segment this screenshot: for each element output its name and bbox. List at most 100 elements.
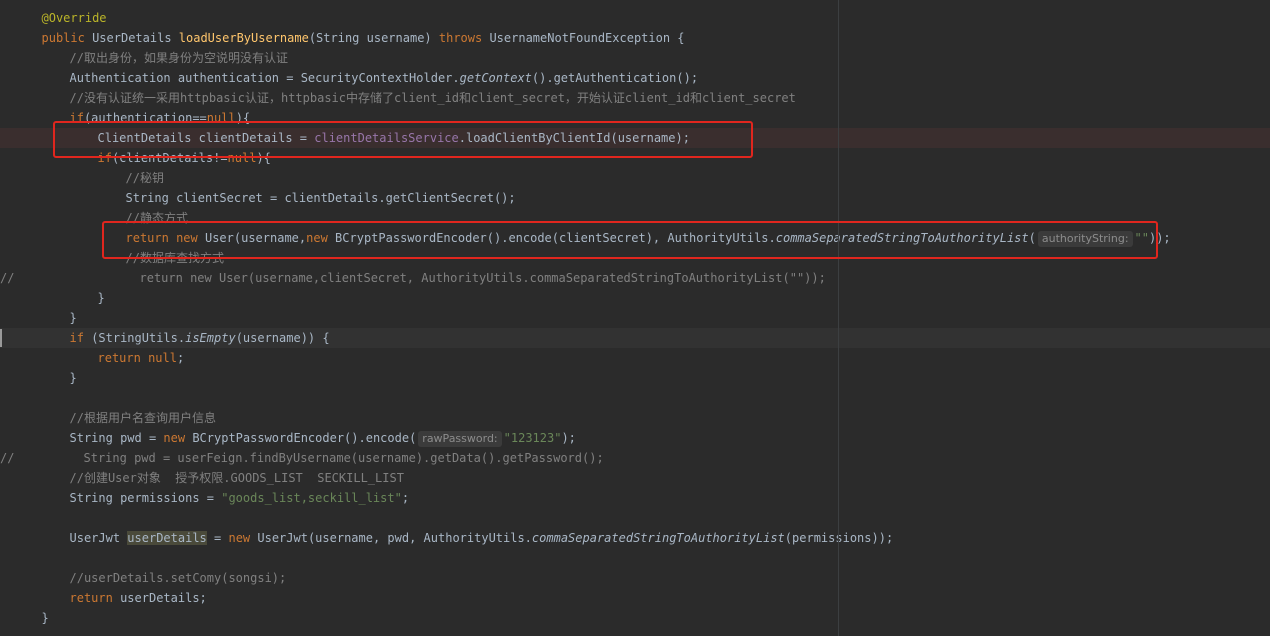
code-token: UserJwt bbox=[69, 531, 128, 545]
code-text: public UserDetails loadUserByUsername(St… bbox=[42, 28, 685, 48]
highlight-box-return-user bbox=[102, 221, 1158, 259]
code-token: return null bbox=[97, 351, 177, 365]
code-token: if bbox=[69, 331, 92, 345]
code-text: if (StringUtils.isEmpty(username)) { bbox=[70, 328, 330, 348]
code-text: @Override bbox=[42, 8, 107, 28]
code-line[interactable]: } bbox=[0, 288, 1270, 308]
code-text: String clientSecret = clientDetails.getC… bbox=[126, 188, 516, 208]
code-token: "123123" bbox=[503, 431, 562, 445]
code-token: isEmpty bbox=[185, 331, 236, 345]
code-text: //创建User对象 授予权限.GOODS_LIST SECKILL_LIST bbox=[70, 468, 404, 488]
code-line[interactable]: @Override bbox=[0, 8, 1270, 28]
code-token: ().getAuthentication(); bbox=[531, 71, 699, 85]
code-text: } bbox=[70, 308, 77, 328]
code-text: } bbox=[42, 608, 49, 628]
code-line[interactable]: // return new User(username,clientSecret,… bbox=[0, 268, 1270, 288]
code-token: userDetails bbox=[127, 531, 207, 545]
code-token: userDetails; bbox=[120, 591, 207, 605]
code-token: getContext bbox=[459, 71, 532, 85]
code-token: //取出身份，如果身份为空说明没有认证 bbox=[69, 51, 288, 65]
code-line[interactable]: return null; bbox=[0, 348, 1270, 368]
code-token: String permissions = bbox=[69, 491, 222, 505]
code-line[interactable]: //创建User对象 授予权限.GOODS_LIST SECKILL_LIST bbox=[0, 468, 1270, 488]
code-line[interactable] bbox=[0, 508, 1270, 528]
code-text: //没有认证统一采用httpbasic认证，httpbasic中存储了clien… bbox=[70, 88, 796, 108]
code-text: String permissions = "goods_list,seckill… bbox=[70, 488, 410, 508]
code-text: //取出身份，如果身份为空说明没有认证 bbox=[70, 48, 288, 68]
code-token: new bbox=[228, 531, 258, 545]
code-line[interactable] bbox=[0, 388, 1270, 408]
code-token: //秘钥 bbox=[125, 171, 164, 185]
code-token: String pwd = userFeign.findByUsername(us… bbox=[83, 451, 604, 465]
code-token: UserDetails bbox=[92, 31, 179, 45]
code-line[interactable]: String permissions = "goods_list,seckill… bbox=[0, 488, 1270, 508]
line-comment-marker: // bbox=[0, 271, 15, 285]
code-token: UserJwt(username, pwd, AuthorityUtils. bbox=[257, 531, 532, 545]
code-token: Authentication authentication = Security… bbox=[69, 71, 460, 85]
code-text: } bbox=[98, 288, 105, 308]
code-token: } bbox=[41, 611, 49, 625]
code-editor[interactable]: } return userDetails; //userDetails.setCom… bbox=[0, 0, 1270, 636]
code-token: new bbox=[163, 431, 193, 445]
code-line[interactable]: } bbox=[0, 308, 1270, 328]
code-line[interactable]: // String pwd = userFeign.findByUsername(… bbox=[0, 448, 1270, 468]
highlight-box-client-details bbox=[53, 121, 753, 158]
code-text: //秘钥 bbox=[126, 168, 164, 188]
code-token: (StringUtils. bbox=[91, 331, 186, 345]
code-text: return null; bbox=[98, 348, 185, 368]
code-token: } bbox=[69, 311, 77, 325]
code-text: String pwd = userFeign.findByUsername(us… bbox=[84, 448, 604, 468]
code-text: Authentication authentication = Security… bbox=[70, 68, 699, 88]
current-line-marker bbox=[0, 329, 2, 347]
code-token: (username)) { bbox=[235, 331, 330, 345]
code-token: String clientSecret = clientDetails.getC… bbox=[125, 191, 516, 205]
code-token: //userDetails.setComy(songsi); bbox=[69, 571, 287, 585]
code-line[interactable] bbox=[0, 548, 1270, 568]
code-text: return new User(username,clientSecret, A… bbox=[140, 268, 826, 288]
code-token: public bbox=[41, 31, 93, 45]
code-text: //根据用户名查询用户信息 bbox=[70, 408, 216, 428]
code-token: BCryptPasswordEncoder().encode( bbox=[192, 431, 417, 445]
code-token: = bbox=[206, 531, 229, 545]
code-token: //创建User对象 授予权限.GOODS_LIST SECKILL_LIST bbox=[69, 471, 404, 485]
code-token: throws bbox=[438, 31, 490, 45]
code-line[interactable]: //根据用户名查询用户信息 bbox=[0, 408, 1270, 428]
code-token: } bbox=[97, 291, 105, 305]
code-line[interactable]: String clientSecret = clientDetails.getC… bbox=[0, 188, 1270, 208]
code-line[interactable]: //秘钥 bbox=[0, 168, 1270, 188]
code-token: //根据用户名查询用户信息 bbox=[69, 411, 216, 425]
code-line[interactable]: if (StringUtils.isEmpty(username)) { bbox=[0, 328, 1270, 348]
code-line[interactable]: public UserDetails loadUserByUsername(St… bbox=[0, 28, 1270, 48]
code-line[interactable]: String pwd = new BCryptPasswordEncoder()… bbox=[0, 428, 1270, 448]
code-token: return new User(username,clientSecret, A… bbox=[139, 271, 826, 285]
code-token: return bbox=[69, 591, 121, 605]
code-token: } bbox=[69, 371, 77, 385]
code-line[interactable]: Authentication authentication = Security… bbox=[0, 68, 1270, 88]
code-token: String pwd = bbox=[69, 431, 164, 445]
code-token: ); bbox=[561, 431, 576, 445]
code-text: //userDetails.setComy(songsi); bbox=[70, 568, 287, 588]
code-text: String pwd = new BCryptPasswordEncoder()… bbox=[70, 428, 576, 448]
code-text: } bbox=[70, 368, 77, 388]
code-token: UsernameNotFoundException { bbox=[489, 31, 685, 45]
code-token: @Override bbox=[41, 11, 107, 25]
code-token: loadUserByUsername bbox=[178, 31, 309, 45]
code-token: (String username) bbox=[308, 31, 439, 45]
code-token: "goods_list,seckill_list" bbox=[221, 491, 402, 505]
code-token: commaSeparatedStringToAuthorityList bbox=[531, 531, 785, 545]
code-line[interactable]: } bbox=[0, 608, 1270, 628]
right-margin-guide bbox=[838, 0, 839, 636]
line-comment-marker: // bbox=[0, 451, 15, 465]
code-line[interactable]: UserJwt userDetails = new UserJwt(userna… bbox=[0, 528, 1270, 548]
code-line[interactable]: //没有认证统一采用httpbasic认证，httpbasic中存储了clien… bbox=[0, 88, 1270, 108]
code-text: UserJwt userDetails = new UserJwt(userna… bbox=[69, 528, 893, 548]
code-token: ; bbox=[176, 351, 185, 365]
code-line[interactable]: //取出身份，如果身份为空说明没有认证 bbox=[0, 48, 1270, 68]
code-text: return userDetails; bbox=[70, 588, 207, 608]
code-token: ; bbox=[401, 491, 410, 505]
code-line[interactable]: return userDetails; bbox=[0, 588, 1270, 608]
parameter-hint: rawPassword: bbox=[418, 431, 502, 447]
code-token: //没有认证统一采用httpbasic认证，httpbasic中存储了clien… bbox=[69, 91, 796, 105]
code-line[interactable]: //userDetails.setComy(songsi); bbox=[0, 568, 1270, 588]
code-line[interactable]: } bbox=[0, 368, 1270, 388]
